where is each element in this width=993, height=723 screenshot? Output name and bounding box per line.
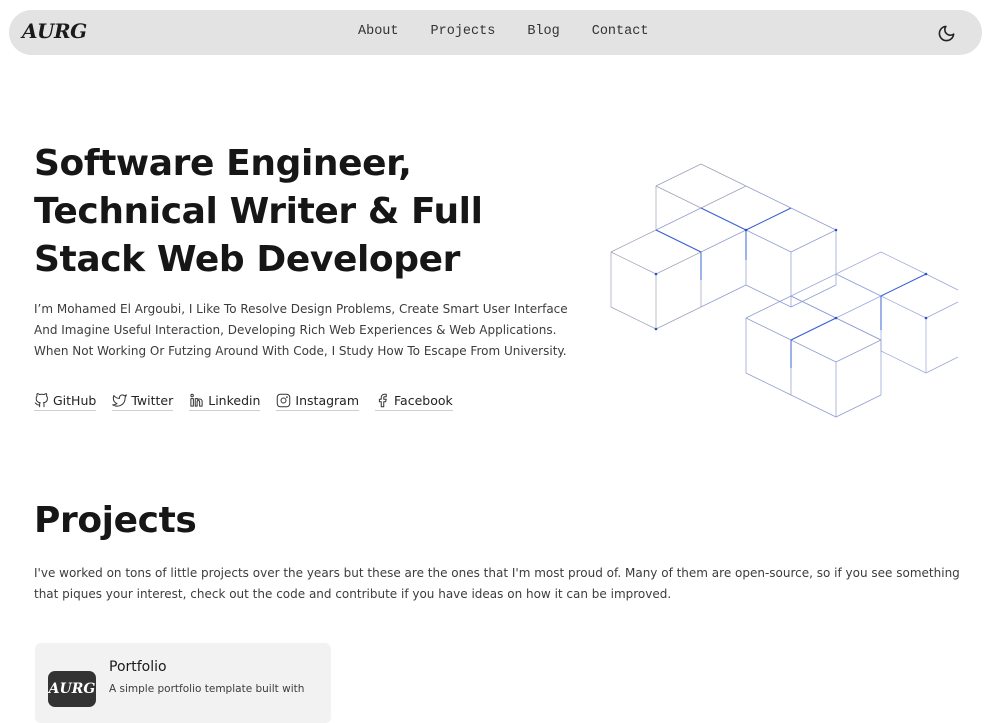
linkedin-icon	[190, 393, 203, 407]
projects-heading: Projects	[34, 500, 197, 541]
site-logo[interactable]: AURG	[22, 19, 87, 43]
nav-links: About Projects Blog Contact	[358, 24, 680, 39]
nav-link-contact[interactable]: Contact	[592, 24, 649, 39]
social-label-instagram: Instagram	[295, 393, 360, 408]
social-label-twitter: Twitter	[131, 393, 174, 408]
social-link-linkedin[interactable]: Linkedin	[189, 393, 261, 411]
project-title: Portfolio	[109, 659, 167, 675]
projects-description: I've worked on tons of little projects o…	[34, 566, 960, 601]
moon-icon	[938, 25, 954, 41]
instagram-icon	[277, 393, 291, 408]
nav-link-about[interactable]: About	[358, 24, 399, 39]
navbar: AURG About Projects Blog Contact	[9, 10, 982, 55]
theme-toggle-button[interactable]	[935, 22, 957, 44]
project-description: A simple portfolio template built with	[109, 683, 305, 695]
facebook-icon	[378, 393, 387, 408]
social-link-twitter[interactable]: Twitter	[112, 393, 174, 411]
social-link-github[interactable]: GitHub	[34, 393, 97, 411]
hero-title: Software Engineer, Technical Writer & Fu…	[34, 143, 483, 280]
social-link-facebook[interactable]: Facebook	[375, 393, 453, 411]
social-label-linkedin: Linkedin	[208, 393, 261, 408]
github-icon	[34, 393, 48, 408]
social-link-instagram[interactable]: Instagram	[276, 393, 360, 411]
hero-description: I’m Mohamed El Argoubi, I Like To Resolv…	[34, 302, 568, 358]
project-logo: AURG	[48, 671, 96, 707]
isometric-cubes-illustration	[610, 163, 959, 418]
social-label-facebook: Facebook	[394, 393, 453, 408]
social-links: GitHub Twitter Linkedin Instagram Facebo…	[34, 393, 469, 411]
project-card[interactable]: AURG Portfolio A simple portfolio templa…	[35, 643, 331, 723]
twitter-icon	[112, 394, 128, 407]
social-label-github: GitHub	[53, 393, 97, 408]
nav-link-projects[interactable]: Projects	[431, 24, 496, 39]
nav-link-blog[interactable]: Blog	[527, 24, 559, 39]
